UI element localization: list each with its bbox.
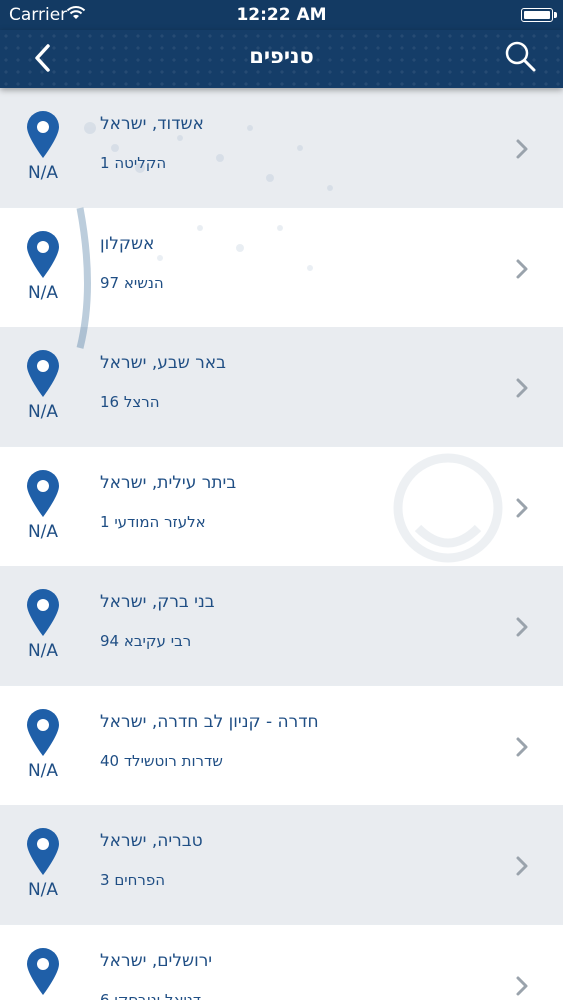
chevron-right-icon — [516, 856, 528, 876]
branch-address: הנשיא 97 — [100, 273, 164, 292]
search-icon[interactable] — [503, 39, 539, 75]
branch-address: רבי עקיבא 94 — [100, 632, 192, 650]
battery-icon — [521, 8, 557, 22]
branch-address: הקליטה 1 — [100, 154, 167, 172]
branch-city: אשקלון — [100, 233, 155, 254]
chevron-right-icon — [516, 378, 528, 398]
distance-label: N/A — [27, 641, 59, 661]
location-pin-icon — [27, 469, 59, 517]
chevron-right-icon — [516, 498, 528, 517]
branch-address: אלעזר המודעי 1 — [100, 512, 206, 531]
branch-row[interactable]: N/A חדרה - קניון לב חדרה, ישראל שדרות רוטש… — [0, 685, 563, 805]
branch-address: דניאל ינובסקי 6 — [100, 990, 202, 1000]
location-pin-icon — [27, 350, 59, 397]
location-pin-icon — [27, 828, 59, 875]
location-pin-icon — [27, 947, 59, 995]
location-pin-icon — [27, 111, 59, 158]
navigation-bar: סניפים — [0, 30, 563, 88]
branch-row[interactable]: N/A בני ברק, ישראל רבי עקיבא 94 — [0, 566, 563, 685]
branch-row[interactable]: N/Aירושלים, ישראלדניאל ינובסקי 6 — [0, 924, 563, 1000]
chevron-right-icon — [516, 259, 528, 278]
branch-list[interactable]: N/A אשדוד, ישראל הקליטה 1 N/A אשקלון הנשיא 97… — [0, 88, 563, 1000]
clock: 12:22 AM — [236, 5, 327, 25]
distance-label: N/A — [27, 163, 59, 183]
branch-city: חדרה - קניון לב חדרה, ישראל — [100, 711, 319, 732]
chevron-right-icon — [516, 617, 528, 637]
distance-label: N/A — [27, 880, 59, 900]
branch-row[interactable]: N/A טבריה, ישראל הפרחים 3 — [0, 805, 563, 924]
branch-row[interactable]: N/A אשקלון הנשיא 97 — [0, 207, 563, 327]
location-pin-icon — [27, 230, 59, 278]
page-title: סניפים — [249, 44, 314, 68]
branch-city: אשדוד, ישראל — [100, 114, 204, 134]
distance-label: N/A — [27, 760, 59, 781]
branch-address: הפרחים 3 — [100, 871, 166, 889]
branch-row[interactable]: N/A באר שבע, ישראל הרצל 16 — [0, 327, 563, 446]
branch-row[interactable]: N/A אשדוד, ישראל הקליטה 1 — [0, 88, 563, 207]
distance-label: N/A — [27, 282, 59, 303]
branch-address: שדרות רוטשילד 40 — [100, 751, 223, 770]
distance-label: N/A — [27, 402, 59, 422]
status-bar: Carrier 12:22 AM — [0, 0, 563, 30]
chevron-right-icon — [516, 737, 528, 756]
branch-city: באר שבע, ישראל — [100, 353, 226, 373]
branch-city: טבריה, ישראל — [100, 831, 203, 851]
distance-label: N/A — [27, 521, 59, 542]
branch-city: בני ברק, ישראל — [100, 592, 215, 612]
branch-row[interactable]: N/A ביתר עילית, ישראל אלעזר המודעי 1 — [0, 446, 563, 566]
location-pin-icon — [27, 708, 59, 756]
chevron-right-icon — [516, 976, 528, 995]
branch-address: הרצל 16 — [100, 393, 160, 411]
chevron-right-icon — [516, 139, 528, 159]
branch-city: ירושלים, ישראל — [100, 950, 213, 971]
branch-city: ביתר עילית, ישראל — [100, 472, 237, 493]
location-pin-icon — [27, 589, 59, 636]
